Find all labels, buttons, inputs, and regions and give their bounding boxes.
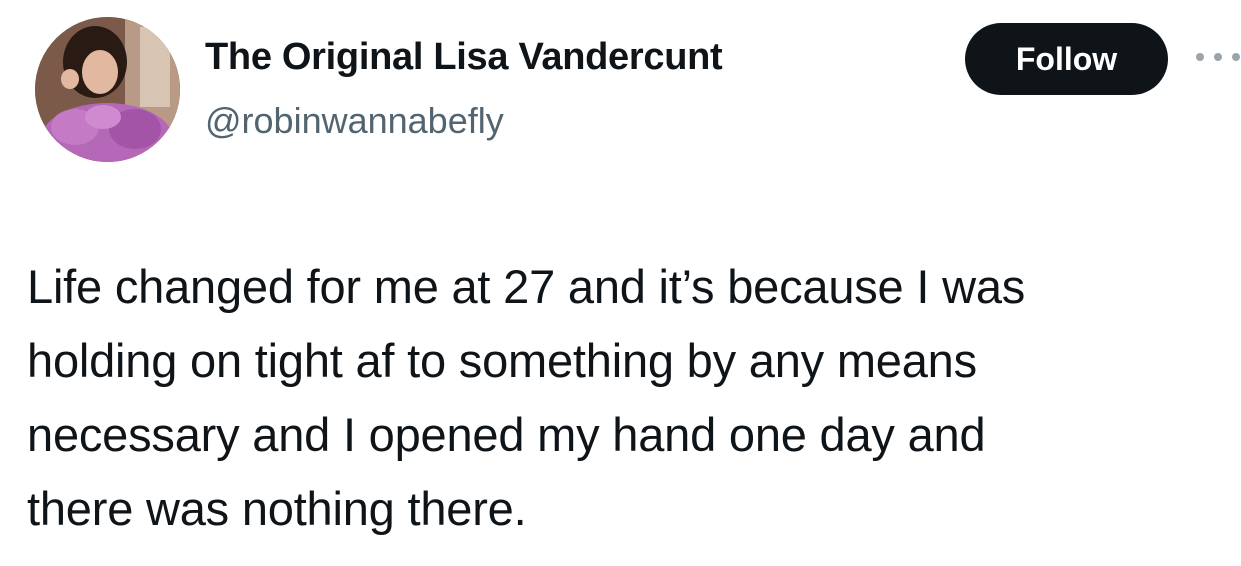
tweet-text: Life changed for me at 27 and it’s becau… <box>27 250 1227 546</box>
display-name[interactable]: The Original Lisa Vandercunt <box>205 36 723 79</box>
avatar[interactable] <box>35 17 180 162</box>
more-horizontal-icon[interactable] <box>1196 44 1240 70</box>
tweet-text-line: holding on tight af to something by any … <box>27 334 977 387</box>
more-dot <box>1196 53 1204 61</box>
follow-button[interactable]: Follow <box>965 23 1168 95</box>
more-dot <box>1214 53 1222 61</box>
user-handle[interactable]: @robinwannabefly <box>205 100 504 142</box>
tweet-text-line: there was nothing there. <box>27 482 527 535</box>
avatar-image <box>35 17 180 162</box>
more-dot <box>1232 53 1240 61</box>
tweet-text-line: necessary and I opened my hand one day a… <box>27 408 986 461</box>
tweet-text-line: Life changed for me at 27 and it’s becau… <box>27 260 1026 313</box>
